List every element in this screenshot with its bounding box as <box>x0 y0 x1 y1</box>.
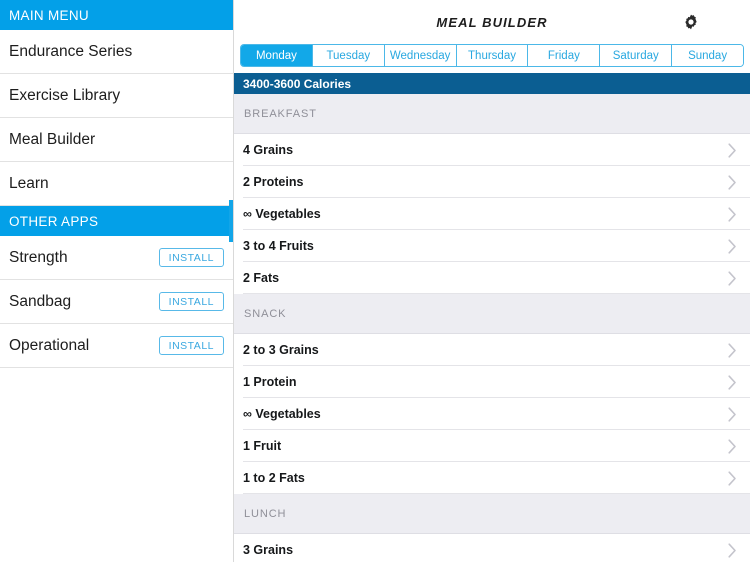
row-label: ∞ Vegetables <box>243 207 321 221</box>
chevron-right-icon <box>728 206 737 222</box>
row-label: 3 to 4 Fruits <box>243 239 314 253</box>
install-button-operational[interactable]: INSTALL <box>158 335 224 356</box>
row-label: 2 Proteins <box>243 175 304 189</box>
tab-label: Thursday <box>468 49 516 62</box>
tab-sunday[interactable]: Sunday <box>672 45 743 66</box>
chevron-right-icon <box>728 238 737 254</box>
main-header: MEAL BUILDER <box>234 0 750 44</box>
main-content: MEAL BUILDER Monday Tuesday Wednesday Th… <box>234 0 750 562</box>
sidebar-item-label: Operational <box>9 336 90 354</box>
section-header-label: LUNCH <box>244 507 287 520</box>
table-row[interactable]: ∞ Vegetables <box>234 398 750 430</box>
page-title: MEAL BUILDER <box>436 14 548 30</box>
table-row[interactable]: 3 to 4 Fruits <box>234 230 750 262</box>
sidebar: MAIN MENU Endurance Series Exercise Libr… <box>0 0 234 562</box>
section-header-label: BREAKFAST <box>244 107 317 120</box>
sidebar-item-label: Strength <box>9 248 68 266</box>
sidebar-main-menu-header: MAIN MENU <box>0 0 233 30</box>
sidebar-item-learn[interactable]: Learn <box>0 162 233 206</box>
section-header-snack: SNACK <box>234 294 750 334</box>
row-label: 1 to 2 Fats <box>243 471 305 485</box>
section-header-lunch: LUNCH <box>234 494 750 534</box>
section-header-breakfast: BREAKFAST <box>234 94 750 134</box>
row-label: 2 Fats <box>243 271 280 285</box>
row-label: 4 Grains <box>243 143 294 157</box>
tab-wednesday[interactable]: Wednesday <box>384 45 457 66</box>
sidebar-item-endurance-series[interactable]: Endurance Series <box>0 30 233 74</box>
tab-label: Saturday <box>612 49 659 62</box>
gear-icon[interactable] <box>678 9 704 35</box>
chevron-right-icon <box>728 542 737 558</box>
tab-tuesday[interactable]: Tuesday <box>312 45 385 66</box>
sidebar-item-label: Learn <box>9 174 49 192</box>
sidebar-item-label: Endurance Series <box>9 42 133 60</box>
tab-label: Tuesday <box>326 49 371 62</box>
table-row[interactable]: ∞ Vegetables <box>234 198 750 230</box>
tab-label: Friday <box>547 49 580 62</box>
row-label: 2 to 3 Grains <box>243 343 319 357</box>
row-label: ∞ Vegetables <box>243 407 321 421</box>
day-tabs: Monday Tuesday Wednesday Thursday Friday… <box>240 44 744 67</box>
row-label: 1 Protein <box>243 375 297 389</box>
sidebar-item-meal-builder[interactable]: Meal Builder <box>0 118 233 162</box>
sidebar-item-exercise-library[interactable]: Exercise Library <box>0 74 233 118</box>
app-root: MAIN MENU Endurance Series Exercise Libr… <box>0 0 750 562</box>
tab-label: Wednesday <box>389 49 451 62</box>
tab-label: Monday <box>255 49 297 62</box>
chevron-right-icon <box>728 174 737 190</box>
table-row[interactable]: 1 Fruit <box>234 430 750 462</box>
sidebar-other-apps-header: OTHER APPS <box>0 206 233 236</box>
table-row[interactable]: 2 to 3 Grains <box>234 334 750 366</box>
chevron-right-icon <box>728 374 737 390</box>
table-row[interactable]: 2 Proteins <box>234 166 750 198</box>
table-row[interactable]: 4 Grains <box>234 134 750 166</box>
sidebar-item-label: Meal Builder <box>9 130 96 148</box>
meal-list[interactable]: 3400-3600 Calories BREAKFAST 4 Grains 2 … <box>234 73 750 562</box>
sidebar-item-label: Sandbag <box>9 292 72 310</box>
tab-label: Sunday <box>688 49 728 62</box>
table-row[interactable]: 1 to 2 Fats <box>234 462 750 494</box>
tab-thursday[interactable]: Thursday <box>456 45 529 66</box>
row-label: 1 Fruit <box>243 439 282 453</box>
sidebar-item-operational[interactable]: Operational INSTALL <box>0 324 233 368</box>
table-row[interactable]: 2 Fats <box>234 262 750 294</box>
chevron-right-icon <box>728 142 737 158</box>
tab-monday[interactable]: Monday <box>241 45 313 66</box>
sidebar-item-sandbag[interactable]: Sandbag INSTALL <box>0 280 233 324</box>
calorie-range-banner: 3400-3600 Calories <box>234 73 750 94</box>
sidebar-other-apps-header-label: OTHER APPS <box>9 213 99 229</box>
calorie-range-label: 3400-3600 Calories <box>243 76 352 91</box>
section-header-label: SNACK <box>244 307 287 320</box>
chevron-right-icon <box>728 342 737 358</box>
chevron-right-icon <box>728 438 737 454</box>
table-row[interactable]: 1 Protein <box>234 366 750 398</box>
row-label: 3 Grains <box>243 543 294 557</box>
tab-saturday[interactable]: Saturday <box>600 45 673 66</box>
sidebar-item-label: Exercise Library <box>9 86 121 104</box>
sidebar-item-strength[interactable]: Strength INSTALL <box>0 236 233 280</box>
sidebar-main-menu-header-label: MAIN MENU <box>9 7 89 23</box>
chevron-right-icon <box>728 470 737 486</box>
chevron-right-icon <box>728 406 737 422</box>
install-button-sandbag[interactable]: INSTALL <box>158 291 224 312</box>
tab-friday[interactable]: Friday <box>528 45 601 66</box>
install-button-strength[interactable]: INSTALL <box>158 247 224 268</box>
table-row[interactable]: 3 Grains <box>234 534 750 562</box>
chevron-right-icon <box>728 270 737 286</box>
